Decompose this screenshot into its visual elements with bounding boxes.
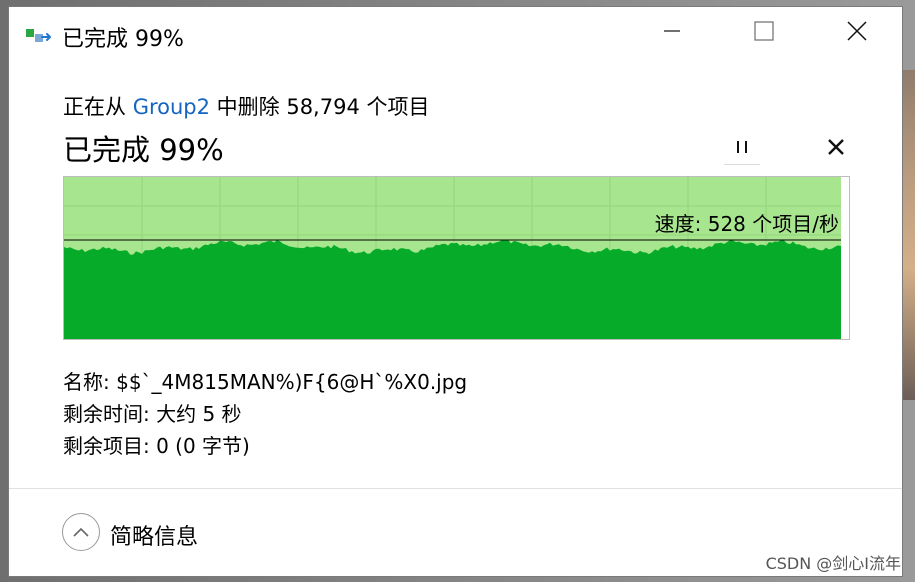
close-icon <box>847 21 867 45</box>
chevron-up-icon <box>72 523 90 542</box>
window-title: 已完成 99% <box>62 27 184 52</box>
maximize-icon <box>754 21 774 45</box>
close-button[interactable] <box>834 7 880 59</box>
details-toggle-label[interactable]: 简略信息 <box>110 519 198 551</box>
source-folder-link[interactable]: Group2 <box>133 95 210 119</box>
pause-button[interactable] <box>724 134 760 165</box>
file-copy-icon <box>26 27 54 45</box>
time-remaining: 剩余时间: 大约 5 秒 <box>63 402 242 426</box>
speed-graph: 速度: 528 个项目/秒 <box>63 176 850 340</box>
throughput-area <box>64 239 841 339</box>
collapse-details-button[interactable] <box>62 513 100 551</box>
items-remaining: 剩余项目: 0 (0 字节) <box>63 434 250 458</box>
operation-prefix: 正在从 <box>63 95 133 119</box>
footer-divider <box>9 488 902 489</box>
desktop-background: 已完成 99% 正在从 Group2 中删除 58,794 个项目 已完成 99… <box>0 0 915 582</box>
maximize-button[interactable] <box>741 7 787 59</box>
pause-icon <box>734 139 750 159</box>
progress-title: 已完成 99% <box>63 133 224 167</box>
watermark-text: CSDN @剑心I流年 <box>765 554 901 573</box>
cancel-button[interactable] <box>821 134 851 164</box>
operation-description: 正在从 Group2 中删除 58,794 个项目 <box>63 91 430 121</box>
background-photo-strip <box>903 70 915 400</box>
file-operation-dialog: 已完成 99% 正在从 Group2 中删除 58,794 个项目 已完成 99… <box>8 6 903 577</box>
title-bar[interactable]: 已完成 99% <box>9 7 902 59</box>
speed-graph-canvas <box>64 177 841 339</box>
operation-suffix: 中删除 58,794 个项目 <box>209 95 430 119</box>
file-name: 名称: $$`_4M815MAN%)F{6@H`%X0.jpg <box>63 370 468 394</box>
speed-label: 速度: 528 个项目/秒 <box>654 212 839 236</box>
close-icon <box>828 139 844 159</box>
minimize-icon <box>663 22 681 44</box>
minimize-button[interactable] <box>649 7 695 59</box>
